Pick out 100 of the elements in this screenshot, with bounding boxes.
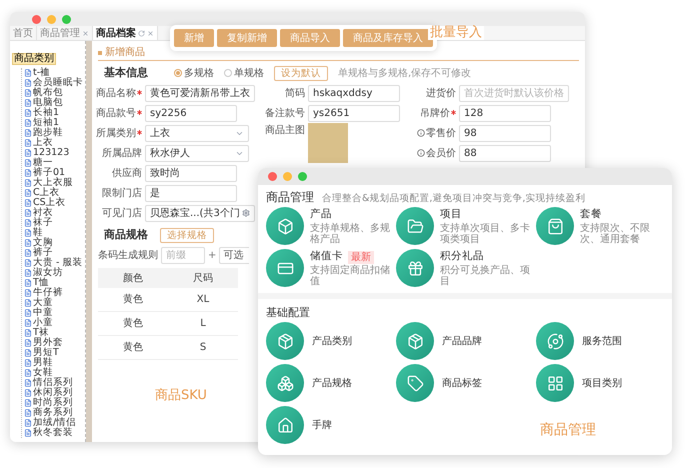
item-title[interactable]: 产品	[310, 207, 332, 223]
tree-item[interactable]: 牛仔裤	[33, 288, 63, 298]
tree-item[interactable]: 会员睡眠卡	[33, 78, 83, 88]
item-title[interactable]: 服务范围	[582, 334, 622, 348]
tree-item[interactable]: 商品类别	[12, 53, 56, 65]
package-icon[interactable]	[396, 322, 434, 360]
file-icon	[24, 179, 32, 187]
table-cell-text: L	[199, 317, 207, 331]
field-label: 吊牌价	[420, 106, 450, 120]
radio-button[interactable]	[224, 69, 232, 77]
orbit-icon[interactable]	[536, 322, 574, 360]
tree-item[interactable]: 帆布包	[33, 88, 63, 98]
item-description: 支持单次项目、多卡项类项目	[440, 222, 531, 245]
tree-item[interactable]: 女鞋	[33, 368, 53, 378]
input-field[interactable]: 黄色可爱清新吊带上衣	[145, 84, 255, 102]
tree-item[interactable]: 糖一	[33, 158, 53, 168]
input-field[interactable]: 致时尚	[145, 164, 237, 182]
input-field[interactable]: ys2651	[308, 104, 400, 122]
input-field[interactable]: 128	[459, 104, 551, 122]
tree-item[interactable]: 情侣系列	[33, 378, 73, 388]
house-icon[interactable]	[266, 406, 304, 444]
item-title[interactable]: 积分礼品	[440, 249, 484, 265]
tree-item[interactable]: 长袖1	[33, 108, 60, 118]
input-field[interactable]: 是	[145, 184, 237, 202]
tree-item[interactable]: T恤	[33, 278, 49, 288]
plus-sign: +	[208, 248, 216, 262]
tree-item[interactable]: CS上衣	[33, 198, 66, 208]
file-icon	[24, 409, 32, 417]
file-icon	[24, 139, 32, 147]
tree-item[interactable]: 裤子01	[33, 168, 66, 178]
item-title[interactable]: 储值卡	[310, 249, 343, 265]
box-icon[interactable]	[266, 207, 304, 245]
input-field[interactable]: 88	[459, 144, 551, 162]
field-label: 可见门店	[102, 206, 142, 220]
tree-item[interactable]: 小童	[33, 318, 53, 328]
tree-item[interactable]: 时尚系列	[33, 398, 73, 408]
card-icon[interactable]	[266, 249, 304, 287]
file-icon	[24, 359, 32, 367]
file-icon	[24, 219, 32, 227]
file-icon	[24, 289, 32, 297]
tree-item[interactable]: 文胸	[33, 238, 53, 248]
tree-item[interactable]: 男外套	[33, 338, 63, 348]
section-title: 基本信息	[103, 64, 149, 81]
select-field[interactable]: 上衣	[145, 124, 249, 142]
tree-item[interactable]: 大上衣服	[33, 178, 73, 188]
boxes-icon[interactable]	[266, 364, 304, 402]
item-title[interactable]: 商品标签	[442, 376, 482, 390]
package-icon[interactable]	[266, 322, 304, 360]
input-field[interactable]: hskaqxddsy	[308, 84, 400, 102]
item-title[interactable]: 产品类别	[312, 334, 352, 348]
field-label: 所属类别	[96, 126, 136, 140]
radio-button[interactable]	[174, 69, 182, 77]
item-title[interactable]: 套餐	[580, 207, 602, 223]
tree-item[interactable]: 加绒/情侣	[33, 418, 76, 428]
item-title[interactable]: 产品规格	[312, 376, 352, 390]
file-icon	[24, 189, 32, 197]
tree-item[interactable]: 休闲系列	[33, 388, 73, 398]
tree-item[interactable]: C上衣	[33, 188, 60, 198]
tree-item[interactable]: t-裇	[33, 68, 50, 78]
tree-item[interactable]: 电脑包	[33, 98, 63, 108]
file-icon	[24, 99, 32, 107]
tree-item[interactable]: 中童	[33, 308, 53, 318]
file-icon	[24, 429, 32, 437]
gift-icon[interactable]	[396, 249, 434, 287]
file-icon	[24, 399, 32, 407]
tree-item[interactable]: 大贵 - 服装	[33, 258, 82, 268]
bag-icon[interactable]	[536, 207, 574, 245]
tree-item[interactable]: 上衣	[33, 138, 53, 148]
folder-icon[interactable]	[396, 207, 434, 245]
item-title[interactable]: 手牌	[312, 418, 332, 432]
tree-item[interactable]: 淑女坊	[33, 268, 63, 278]
item-title[interactable]: 项目	[440, 207, 462, 223]
tree-item[interactable]: 鞋	[33, 228, 43, 238]
picker-field[interactable]: 贝恩森宝...(共3个门	[145, 204, 255, 222]
tree-item[interactable]: 衬衣	[33, 208, 53, 218]
item-title[interactable]: 项目类别	[582, 376, 622, 390]
tree-item[interactable]: 男短T	[33, 348, 59, 358]
refresh-icon[interactable]	[138, 30, 145, 36]
item-title[interactable]: 产品品牌	[442, 334, 482, 348]
input-field[interactable]: 98	[459, 124, 551, 142]
tree-item[interactable]: T袜	[33, 328, 49, 338]
tree-item[interactable]: 袜子	[33, 218, 53, 228]
tree-item[interactable]: 男鞋	[33, 358, 53, 368]
field-label: 进货价	[426, 86, 456, 100]
tree-item[interactable]: 大童	[33, 298, 53, 308]
close-icon[interactable]	[82, 30, 89, 36]
tree-item[interactable]: 商务系列	[33, 408, 73, 418]
select-field[interactable]: 秋水伊人	[145, 144, 249, 162]
tree-item[interactable]: 短袖1	[33, 118, 60, 128]
tree-item[interactable]: 跑步鞋	[33, 128, 63, 138]
input-field[interactable]: sy2256	[145, 104, 237, 122]
tree-item[interactable]: 秋冬套装	[33, 428, 73, 438]
tree-item[interactable]: 123123	[33, 148, 70, 158]
caption-text: 商品SKU	[155, 387, 207, 405]
tree-item[interactable]: 裤子	[33, 248, 53, 258]
optional-field[interactable]: 可选	[219, 246, 250, 264]
tab[interactable]: 商品档案	[93, 26, 158, 40]
close-icon[interactable]	[147, 30, 154, 36]
tag-icon[interactable]	[396, 364, 434, 402]
grid-icon[interactable]	[536, 364, 574, 402]
